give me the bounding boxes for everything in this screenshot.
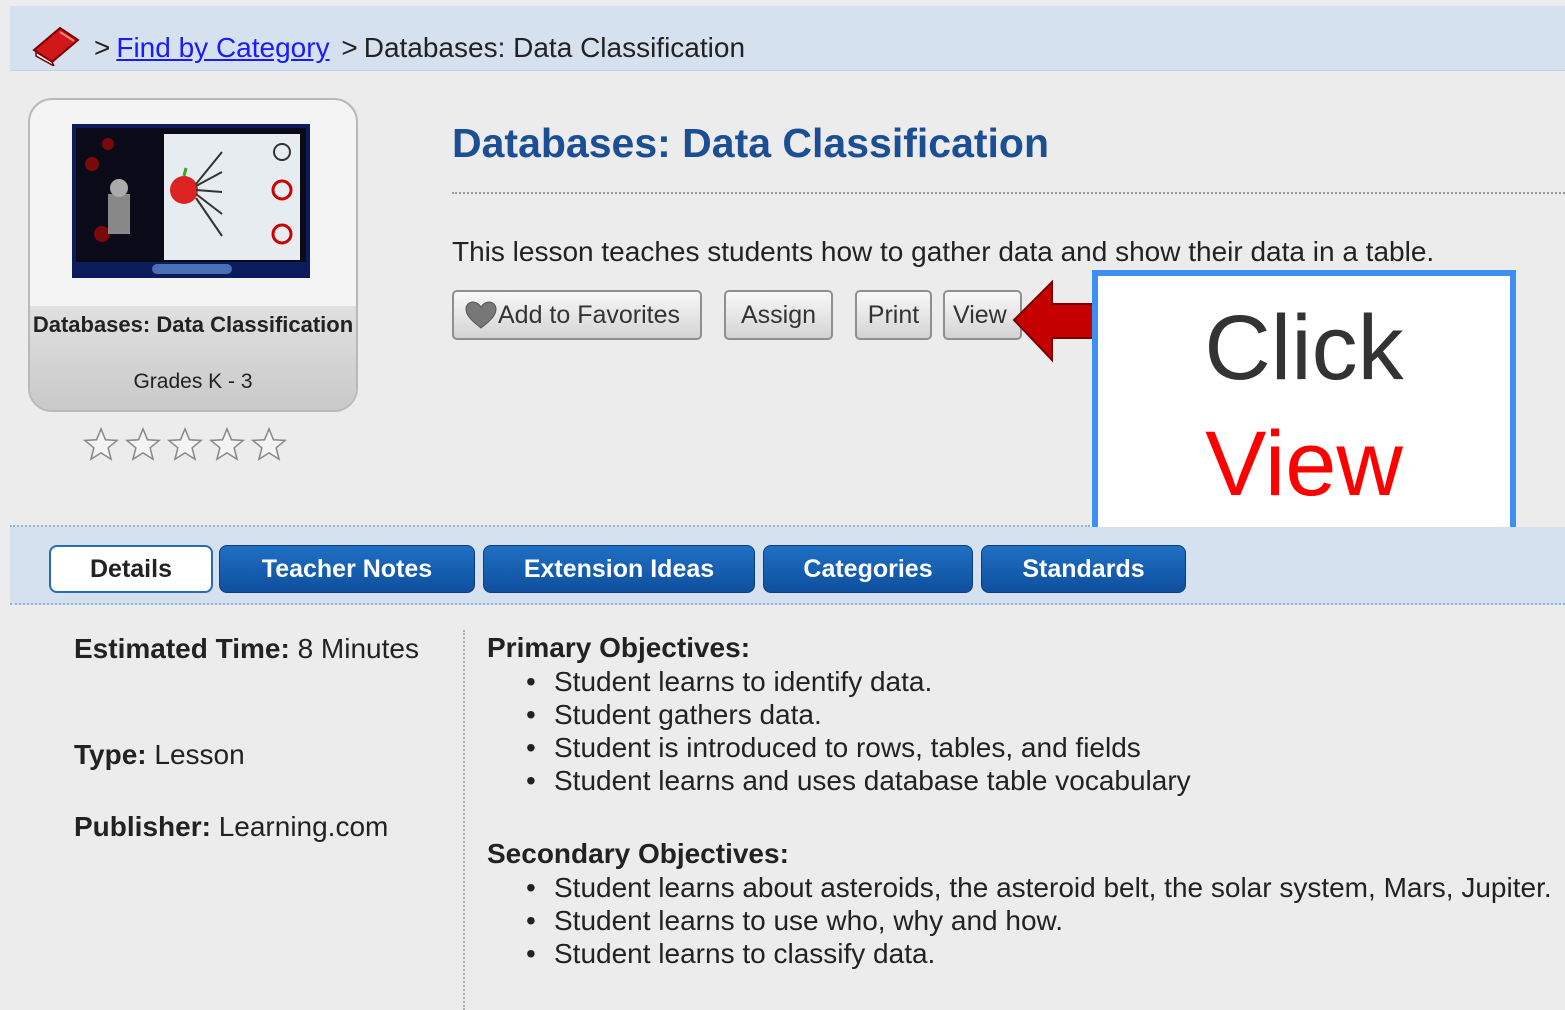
- publisher-label: Publisher:: [74, 811, 211, 842]
- instruction-callout: Click View: [1092, 270, 1516, 534]
- type-label: Type:: [74, 739, 147, 770]
- primary-objectives-list: Student learns to identify data. Student…: [520, 665, 1191, 797]
- breadcrumb-current: Databases: Data Classification: [363, 32, 746, 63]
- tab-standards[interactable]: Standards: [981, 545, 1186, 593]
- list-item: Student gathers data.: [520, 698, 1191, 731]
- star-icon[interactable]: [166, 426, 204, 464]
- book-icon[interactable]: [30, 24, 82, 71]
- print-button[interactable]: Print: [855, 290, 932, 340]
- tab-details[interactable]: Details: [49, 545, 213, 593]
- tab-extension-ideas[interactable]: Extension Ideas: [483, 545, 755, 593]
- heart-icon: [465, 301, 497, 329]
- estimated-time: Estimated Time: 8 Minutes: [74, 632, 444, 666]
- callout-line-view: View: [1205, 413, 1403, 515]
- card-title[interactable]: Databases: Data Classification: [30, 310, 356, 340]
- publisher: Publisher: Learning.com: [74, 810, 388, 844]
- add-to-favorites-button[interactable]: Add to Favorites: [452, 290, 702, 340]
- list-item: Student learns about asteroids, the aste…: [520, 871, 1560, 904]
- lesson-card[interactable]: Databases: Data Classification Grades K …: [28, 98, 358, 412]
- list-item: Student learns to classify data.: [520, 937, 1560, 970]
- estimated-time-value: 8 Minutes: [297, 633, 419, 664]
- list-item: Student is introduced to rows, tables, a…: [520, 731, 1191, 764]
- breadcrumb-separator: >: [341, 32, 358, 63]
- lesson-description: This lesson teaches students how to gath…: [452, 236, 1435, 267]
- type-value: Lesson: [154, 739, 245, 770]
- page-title: Databases: Data Classification: [452, 120, 1050, 166]
- rating-stars[interactable]: [82, 426, 288, 464]
- primary-objectives-heading: Primary Objectives:: [487, 632, 751, 663]
- secondary-objectives-list: Student learns about asteroids, the aste…: [520, 871, 1560, 970]
- star-icon[interactable]: [82, 426, 120, 464]
- callout-line-click: Click: [1204, 297, 1404, 399]
- list-item: Student learns and uses database table v…: [520, 764, 1191, 797]
- breadcrumb-bar: > Find by Category > Databases: Data Class…: [10, 6, 1565, 71]
- lesson-thumbnail-image[interactable]: [72, 124, 310, 278]
- red-arrow-icon: [1012, 279, 1099, 363]
- breadcrumb-link-find-by-category[interactable]: Find by Category: [116, 32, 329, 63]
- details-divider: [463, 630, 465, 1010]
- breadcrumb-separator: >: [94, 32, 111, 63]
- list-item: Student learns to use who, why and how.: [520, 904, 1560, 937]
- lesson-type: Type: Lesson: [74, 738, 245, 772]
- tab-teacher-notes[interactable]: Teacher Notes: [219, 545, 475, 593]
- card-grades: Grades K - 3: [133, 370, 253, 393]
- title-divider: [452, 192, 1565, 194]
- star-icon[interactable]: [250, 426, 288, 464]
- estimated-time-label: Estimated Time:: [74, 633, 290, 664]
- publisher-value: Learning.com: [218, 811, 389, 842]
- secondary-objectives-heading: Secondary Objectives:: [487, 838, 789, 869]
- tab-categories[interactable]: Categories: [763, 545, 973, 593]
- star-icon[interactable]: [124, 426, 162, 464]
- list-item: Student learns to identify data.: [520, 665, 1191, 698]
- breadcrumb: > Find by Category > Databases: Data Class…: [90, 32, 745, 64]
- add-to-favorites-label: Add to Favorites: [498, 300, 681, 329]
- star-icon[interactable]: [208, 426, 246, 464]
- assign-button[interactable]: Assign: [724, 290, 833, 340]
